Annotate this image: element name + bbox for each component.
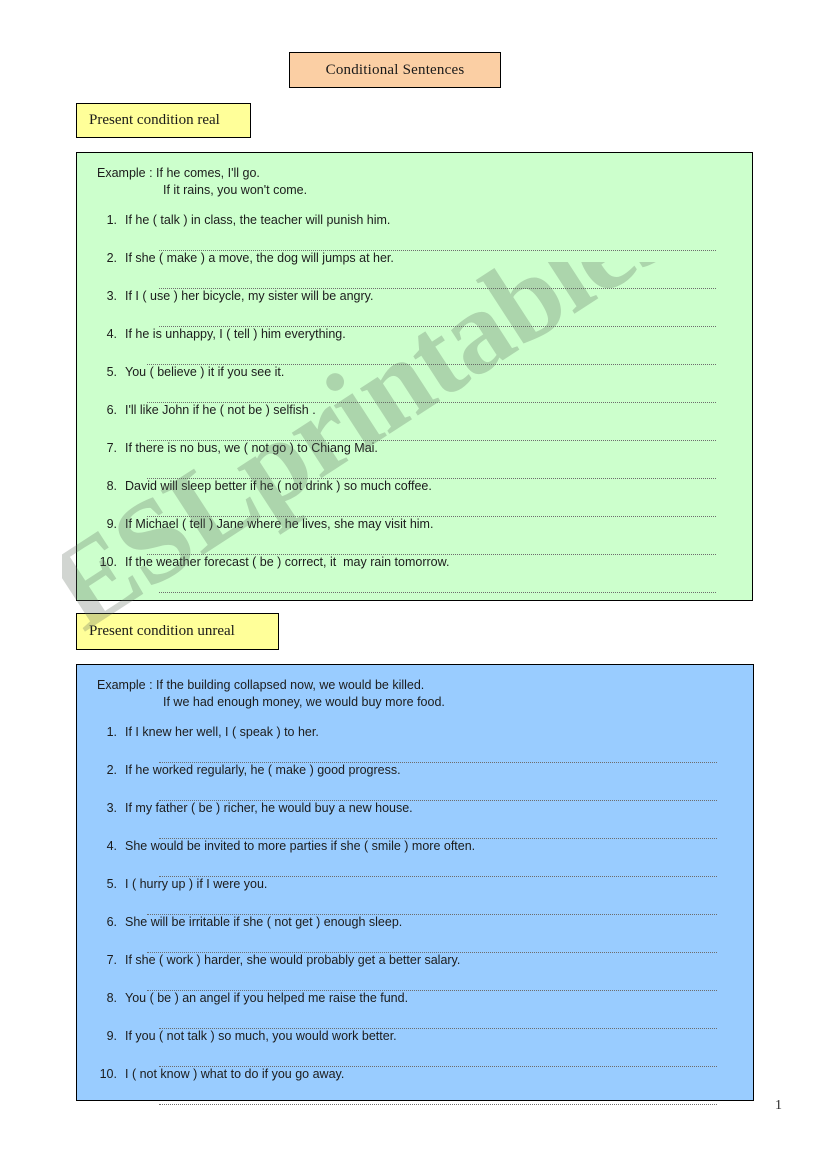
item-number: 7. bbox=[106, 441, 117, 455]
item-text: If Michael ( tell ) Jane where he lives,… bbox=[125, 517, 434, 531]
list-item: 3. If my father ( be ) richer, he would … bbox=[91, 801, 739, 816]
answer-line[interactable] bbox=[147, 456, 716, 479]
list-item: 3. If I ( use ) her bicycle, my sister w… bbox=[91, 289, 738, 304]
exercise-list-unreal: 1. If I knew her well, I ( speak ) to he… bbox=[91, 725, 739, 1105]
worksheet-page: Conditional Sentences Present condition … bbox=[0, 0, 821, 1169]
list-item: 10. I ( not know ) what to do if you go … bbox=[91, 1067, 739, 1082]
answer-line[interactable] bbox=[159, 1044, 717, 1067]
item-text: If the weather forecast ( be ) correct, … bbox=[125, 555, 450, 569]
answer-line[interactable] bbox=[159, 304, 716, 327]
answer-line[interactable] bbox=[159, 228, 716, 251]
item-text: If you ( not talk ) so much, you would w… bbox=[125, 1029, 397, 1043]
answer-line[interactable] bbox=[147, 968, 717, 991]
list-item: 2. If she ( make ) a move, the dog will … bbox=[91, 251, 738, 266]
section-heading-real-label: Present condition real bbox=[89, 112, 220, 128]
list-item: 6. She will be irritable if she ( not ge… bbox=[91, 915, 739, 930]
item-text: If there is no bus, we ( not go ) to Chi… bbox=[125, 441, 378, 455]
item-text: If she ( work ) harder, she would probab… bbox=[125, 953, 461, 967]
answer-line[interactable] bbox=[159, 1082, 717, 1105]
answer-line[interactable] bbox=[159, 740, 717, 763]
item-text: If he worked regularly, he ( make ) good… bbox=[125, 763, 401, 777]
list-item: 9. If Michael ( tell ) Jane where he liv… bbox=[91, 517, 738, 532]
answer-line[interactable] bbox=[147, 494, 716, 517]
item-text: I'll like John if he ( not be ) selfish … bbox=[125, 403, 316, 417]
list-item: 9. If you ( not talk ) so much, you woul… bbox=[91, 1029, 739, 1044]
item-number: 8. bbox=[106, 991, 117, 1005]
exercise-list-real: 1. If he ( talk ) in class, the teacher … bbox=[91, 213, 738, 593]
list-item: 6. I'll like John if he ( not be ) selfi… bbox=[91, 403, 738, 418]
item-number: 8. bbox=[106, 479, 117, 493]
list-item: 7. If there is no bus, we ( not go ) to … bbox=[91, 441, 738, 456]
item-number: 5. bbox=[106, 365, 117, 379]
answer-line[interactable] bbox=[159, 778, 717, 801]
answer-line[interactable] bbox=[147, 892, 717, 915]
answer-line[interactable] bbox=[147, 930, 717, 953]
answer-line[interactable] bbox=[159, 570, 716, 593]
item-text: If my father ( be ) richer, he would buy… bbox=[125, 801, 413, 815]
item-number: 4. bbox=[106, 327, 117, 341]
item-number: 1. bbox=[106, 725, 117, 739]
exercise-panel-unreal: Example : If the building collapsed now,… bbox=[76, 664, 754, 1105]
item-number: 2. bbox=[106, 763, 117, 777]
item-text: If he is unhappy, I ( tell ) him everyth… bbox=[125, 327, 346, 341]
item-number: 6. bbox=[106, 915, 117, 929]
worksheet-title-box: Conditional Sentences bbox=[289, 52, 501, 88]
list-item: 7. If she ( work ) harder, she would pro… bbox=[91, 953, 739, 968]
section-heading-real: Present condition real bbox=[76, 103, 251, 138]
item-number: 2. bbox=[106, 251, 117, 265]
list-item: 2. If he worked regularly, he ( make ) g… bbox=[91, 763, 739, 778]
list-item: 8. You ( be ) an angel if you helped me … bbox=[91, 991, 739, 1006]
item-number: 1. bbox=[106, 213, 117, 227]
item-number: 7. bbox=[106, 953, 117, 967]
list-item: 1. If he ( talk ) in class, the teacher … bbox=[91, 213, 738, 228]
list-item: 8. David will sleep better if he ( not d… bbox=[91, 479, 738, 494]
item-number: 9. bbox=[106, 1029, 117, 1043]
example-block-real: Example : If he comes, I'll go. If it ra… bbox=[91, 165, 738, 199]
exercise-panel-real: Example : If he comes, I'll go. If it ra… bbox=[76, 152, 753, 601]
item-text: If I knew her well, I ( speak ) to her. bbox=[125, 725, 319, 739]
section-heading-unreal: Present condition unreal bbox=[76, 613, 279, 650]
item-number: 3. bbox=[106, 801, 117, 815]
answer-line[interactable] bbox=[159, 816, 717, 839]
item-text: David will sleep better if he ( not drin… bbox=[125, 479, 432, 493]
list-item: 10. If the weather forecast ( be ) corre… bbox=[91, 555, 738, 570]
answer-line[interactable] bbox=[159, 1006, 717, 1029]
item-text: You ( be ) an angel if you helped me rai… bbox=[125, 991, 409, 1005]
item-text: I ( not know ) what to do if you go away… bbox=[125, 1067, 345, 1081]
item-text: If I ( use ) her bicycle, my sister will… bbox=[125, 289, 374, 303]
list-item: 4. If he is unhappy, I ( tell ) him ever… bbox=[91, 327, 738, 342]
item-number: 10. bbox=[99, 555, 117, 569]
item-text: If he ( talk ) in class, the teacher wil… bbox=[125, 213, 391, 227]
answer-line[interactable] bbox=[159, 854, 717, 877]
answer-line[interactable] bbox=[159, 266, 716, 289]
list-item: 5. You ( believe ) it if you see it. bbox=[91, 365, 738, 380]
page-number: 1 bbox=[775, 1098, 782, 1113]
item-number: 3. bbox=[106, 289, 117, 303]
example-line-1: Example : If the building collapsed now,… bbox=[97, 678, 425, 692]
item-number: 6. bbox=[106, 403, 117, 417]
example-line-2: If we had enough money, we would buy mor… bbox=[163, 695, 445, 709]
list-item: 4. She would be invited to more parties … bbox=[91, 839, 739, 854]
answer-line[interactable] bbox=[147, 380, 716, 403]
item-text: She would be invited to more parties if … bbox=[125, 839, 476, 853]
example-block-unreal: Example : If the building collapsed now,… bbox=[91, 677, 739, 711]
section-heading-unreal-label: Present condition unreal bbox=[89, 623, 235, 639]
item-number: 4. bbox=[106, 839, 117, 853]
list-item: 5. I ( hurry up ) if I were you. bbox=[91, 877, 739, 892]
list-item: 1. If I knew her well, I ( speak ) to he… bbox=[91, 725, 739, 740]
item-text: She will be irritable if she ( not get )… bbox=[125, 915, 403, 929]
example-line-2: If it rains, you won't come. bbox=[163, 183, 308, 197]
item-text: If she ( make ) a move, the dog will jum… bbox=[125, 251, 394, 265]
item-number: 10. bbox=[99, 1067, 117, 1081]
answer-line[interactable] bbox=[147, 532, 716, 555]
item-number: 5. bbox=[106, 877, 117, 891]
answer-line[interactable] bbox=[147, 418, 716, 441]
example-line-1: Example : If he comes, I'll go. bbox=[97, 166, 260, 180]
item-text: You ( believe ) it if you see it. bbox=[125, 365, 285, 379]
page-title: Conditional Sentences bbox=[325, 61, 465, 78]
item-text: I ( hurry up ) if I were you. bbox=[125, 877, 268, 891]
item-number: 9. bbox=[106, 517, 117, 531]
answer-line[interactable] bbox=[147, 342, 716, 365]
